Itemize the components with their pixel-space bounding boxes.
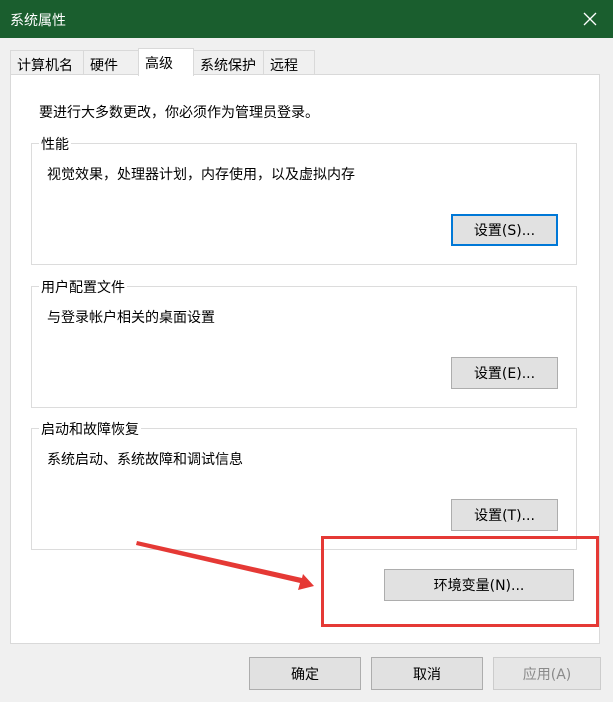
ok-button[interactable]: 确定 [249,657,361,690]
cancel-button[interactable]: 取消 [371,657,483,690]
tab-advanced[interactable]: 高级 [138,48,194,76]
apply-button[interactable]: 应用(A) [493,657,601,690]
annotation-arrow-icon [136,541,314,590]
